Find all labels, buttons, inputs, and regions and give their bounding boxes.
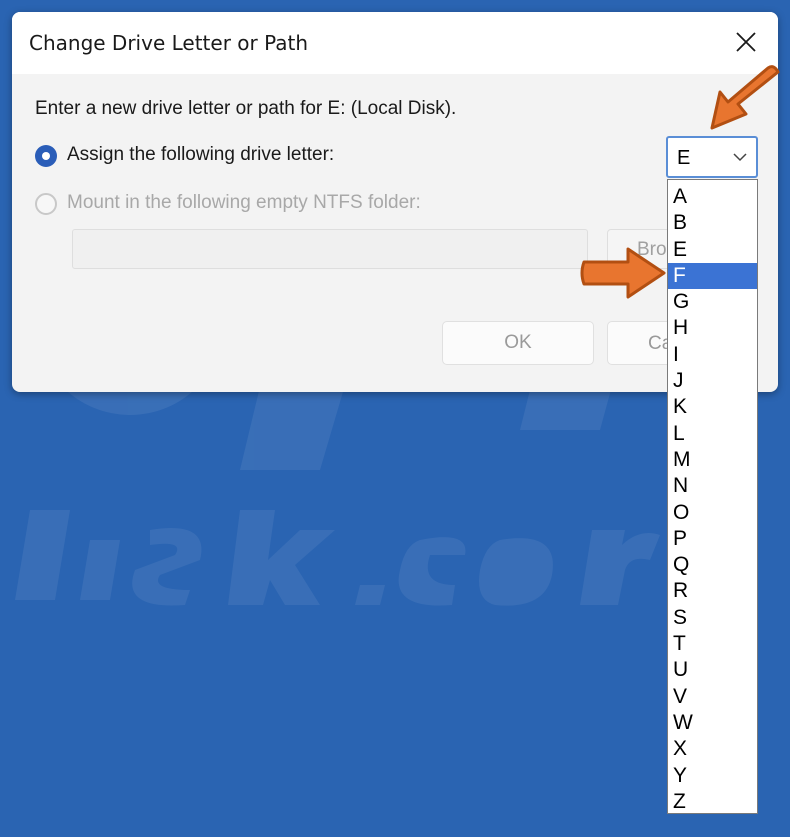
radio-assign-letter[interactable]: [35, 145, 57, 167]
drive-option[interactable]: S: [668, 605, 757, 631]
ok-button[interactable]: OK: [442, 321, 594, 365]
dialog-prompt: Enter a new drive letter or path for E: …: [35, 98, 457, 119]
drive-option[interactable]: L: [668, 421, 757, 447]
drive-option[interactable]: T: [668, 631, 757, 657]
drive-option[interactable]: P: [668, 526, 757, 552]
drive-option[interactable]: R: [668, 578, 757, 604]
drive-option[interactable]: M: [668, 447, 757, 473]
dialog-title: Change Drive Letter or Path: [29, 31, 309, 55]
drive-option[interactable]: A: [668, 184, 757, 210]
drive-option[interactable]: O: [668, 500, 757, 526]
drive-option-highlighted[interactable]: F: [668, 262, 757, 290]
drive-option[interactable]: I: [668, 342, 757, 368]
drive-option[interactable]: W: [668, 710, 757, 736]
chevron-down-icon: [733, 153, 747, 162]
drive-option[interactable]: Z: [668, 789, 757, 815]
drive-option[interactable]: Q: [668, 552, 757, 578]
option-assign-label[interactable]: Assign the following drive letter:: [67, 144, 334, 166]
drive-option[interactable]: N: [668, 473, 757, 499]
drive-option[interactable]: J: [668, 368, 757, 394]
drive-option[interactable]: X: [668, 736, 757, 762]
option-mount-label[interactable]: Mount in the following empty NTFS folder…: [67, 192, 421, 214]
drive-option[interactable]: E: [668, 237, 757, 263]
close-icon: [736, 32, 756, 52]
drive-letter-selected-value: E: [677, 147, 691, 169]
close-button[interactable]: [728, 24, 764, 60]
drive-option[interactable]: B: [668, 210, 757, 236]
drive-option[interactable]: U: [668, 657, 757, 683]
folder-path-input[interactable]: [72, 229, 588, 269]
radio-mount-folder[interactable]: [35, 193, 57, 215]
drive-option[interactable]: Y: [668, 763, 757, 789]
drive-option[interactable]: V: [668, 684, 757, 710]
title-bar: Change Drive Letter or Path: [12, 12, 778, 74]
drive-option[interactable]: H: [668, 315, 757, 341]
change-drive-letter-dialog: Change Drive Letter or Path Enter a new …: [12, 12, 778, 392]
drive-option[interactable]: G: [668, 289, 757, 315]
drive-option[interactable]: K: [668, 394, 757, 420]
drive-letter-select[interactable]: E: [666, 136, 758, 178]
drive-letter-dropdown-list: A B E F G H I J K L M N O P Q R S T U V …: [667, 179, 758, 814]
